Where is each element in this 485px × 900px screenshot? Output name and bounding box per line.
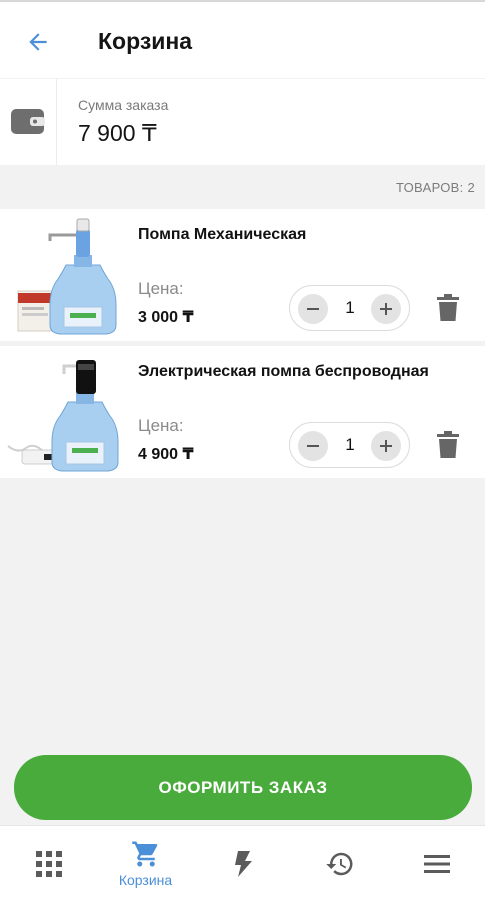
wallet-icon <box>10 105 46 137</box>
page-title: Корзина <box>98 28 193 54</box>
nav-item-history[interactable] <box>291 826 388 900</box>
summary-divider <box>56 79 57 165</box>
order-sum-label: Сумма заказа <box>78 97 169 113</box>
increase-button[interactable] <box>371 294 401 324</box>
nav-item-menu[interactable] <box>388 826 485 900</box>
nav-label-cart: Корзина <box>118 872 173 888</box>
increase-button[interactable] <box>371 431 401 461</box>
bottom-nav: Корзина <box>0 825 485 900</box>
grid-icon <box>35 850 62 877</box>
nav-item-promo[interactable] <box>194 826 291 900</box>
menu-icon <box>423 854 450 873</box>
minus-icon <box>307 308 319 310</box>
order-sum-value: 7 900 ₸ <box>78 120 157 146</box>
quantity-value: 1 <box>345 435 355 454</box>
nav-item-cart[interactable]: Корзина <box>97 826 194 900</box>
checkout-button[interactable]: ОФОРМИТЬ ЗАКАЗ <box>14 755 472 820</box>
price-label: Цена: <box>138 279 184 298</box>
order-summary: Сумма заказа 7 900 ₸ <box>0 79 485 165</box>
trash-icon[interactable] <box>436 431 460 459</box>
product-image <box>17 218 117 335</box>
quantity-value: 1 <box>345 298 355 317</box>
price-label: Цена: <box>138 416 184 435</box>
cart-icon <box>131 841 157 867</box>
app-bar: Корзина <box>0 0 485 78</box>
nav-item-catalog[interactable] <box>0 826 97 900</box>
items-count: ТОВАРОВ: 2 <box>395 180 475 195</box>
back-button[interactable] <box>22 26 54 58</box>
cart-item: Помпа Механическая Цена: 3 000 ₸ 1 <box>0 209 485 341</box>
history-icon <box>325 852 352 875</box>
quantity-stepper: 1 <box>289 422 410 468</box>
arrow-back-icon <box>29 33 47 51</box>
quantity-stepper: 1 <box>289 285 410 331</box>
decrease-button[interactable] <box>298 294 328 324</box>
lightning-icon <box>234 850 252 877</box>
product-name: Помпа Механическая <box>138 226 307 243</box>
product-image <box>7 360 119 472</box>
plus-icon <box>380 303 392 315</box>
price-value: 3 000 ₸ <box>138 309 194 326</box>
trash-icon[interactable] <box>436 294 460 322</box>
price-value: 4 900 ₸ <box>138 446 194 463</box>
cart-item: Электрическая помпа беспроводная Цена: 4… <box>0 346 485 478</box>
decrease-button[interactable] <box>298 431 328 461</box>
minus-icon <box>307 445 319 447</box>
plus-icon <box>380 440 392 452</box>
product-name: Электрическая помпа беспроводная <box>138 363 429 380</box>
